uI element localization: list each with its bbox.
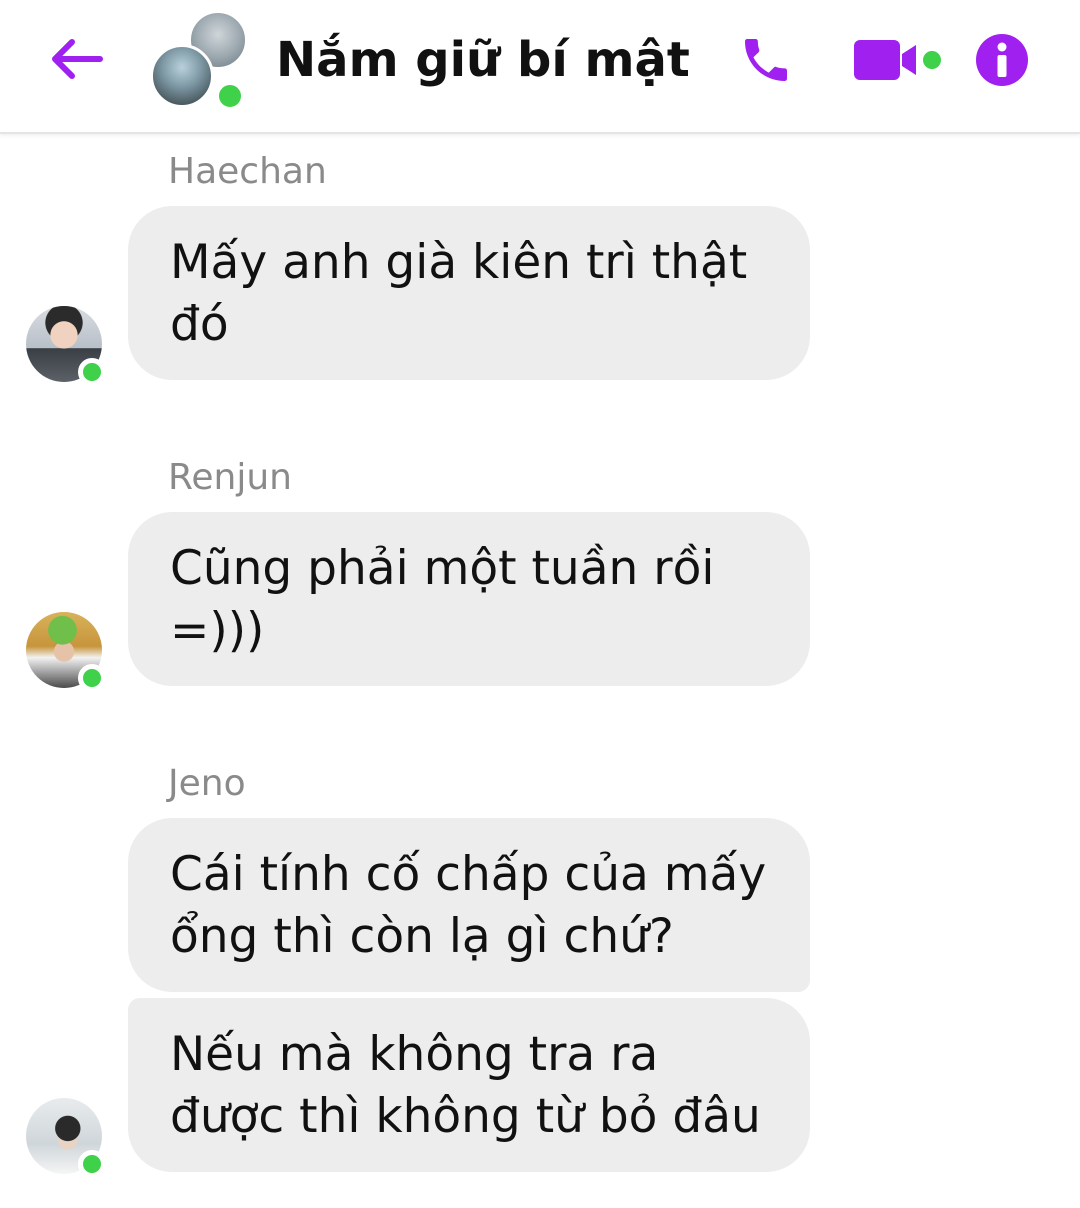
info-button[interactable]: [972, 30, 1032, 90]
avatar-jeno[interactable]: [26, 1098, 106, 1178]
message-line: được thì không từ bỏ đâu: [170, 1089, 761, 1144]
message-line: Nếu mà không tra ra: [170, 1027, 659, 1082]
member-avatar-front: [150, 44, 214, 108]
message-bubble[interactable]: Nếu mà không tra ra được thì không từ bỏ…: [128, 998, 810, 1172]
group-avatar[interactable]: [150, 10, 250, 114]
message-line: =))): [170, 603, 265, 658]
online-status-dot: [78, 664, 106, 692]
sender-name: Haechan: [168, 151, 327, 192]
message-line: ổng thì còn lạ gì chứ?: [170, 909, 674, 964]
video-camera-icon: [854, 40, 941, 80]
online-status-dot: [214, 80, 246, 112]
chat-title[interactable]: Nắm giữ bí mật: [276, 28, 690, 92]
video-call-button[interactable]: [852, 34, 948, 86]
sender-name: Renjun: [168, 457, 292, 498]
arrow-left-icon: [52, 39, 103, 79]
sender-name: Jeno: [168, 763, 246, 804]
message-line: Cái tính cố chấp của mấy: [170, 847, 767, 902]
info-icon: [976, 34, 1028, 86]
message-bubble[interactable]: Cũng phải một tuần rồi =))): [128, 512, 810, 686]
message-line: Cũng phải một tuần rồi: [170, 541, 715, 596]
message-line: đó: [170, 297, 229, 352]
voice-call-button[interactable]: [736, 30, 796, 90]
online-status-dot: [78, 358, 106, 386]
phone-icon: [745, 39, 787, 81]
online-status-dot: [78, 1150, 106, 1178]
message-line: Mấy anh già kiên trì thật: [170, 235, 748, 290]
chat-screen: Nắm giữ bí mật Haechan Mấy anh già kiên …: [0, 0, 1080, 1208]
avatar-haechan[interactable]: [26, 306, 106, 386]
avatar-renjun[interactable]: [26, 612, 106, 692]
back-button[interactable]: [44, 30, 108, 88]
message-bubble[interactable]: Mấy anh già kiên trì thật đó: [128, 206, 810, 380]
chat-header: Nắm giữ bí mật: [0, 0, 1080, 134]
message-bubble[interactable]: Cái tính cố chấp của mấy ổng thì còn lạ …: [128, 818, 810, 992]
